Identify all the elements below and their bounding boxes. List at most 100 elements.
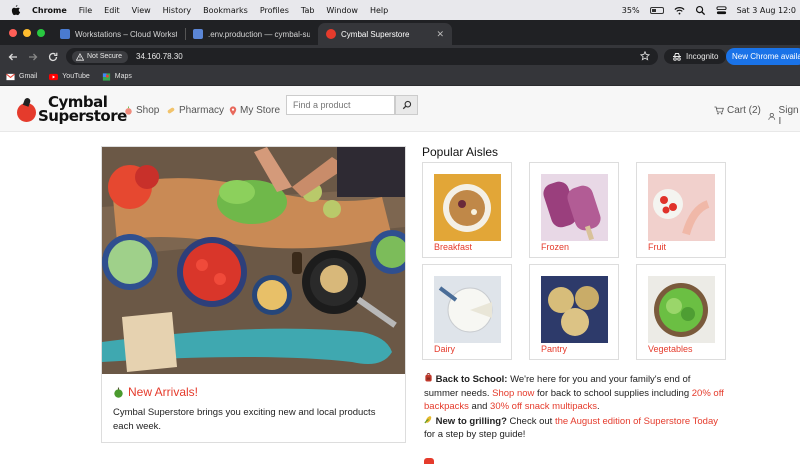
forward-button[interactable] [26,50,40,64]
product-search-input[interactable] [286,95,395,115]
aisle-card-pantry[interactable]: Pantry [529,264,619,360]
bookmark-gmail[interactable]: Gmail [6,73,37,81]
snack-multipacks-offer-link[interactable]: 30% off snack multipacks [490,401,597,412]
apple-icon[interactable] [11,4,21,16]
cart-link[interactable]: Cart (2) [714,105,761,116]
cloud-workstations-favicon-icon [60,29,70,39]
menu-history[interactable]: History [163,6,191,15]
new-arrivals-card[interactable]: New Arrivals! Cymbal Superstore brings y… [101,146,406,443]
bookmark-label: Gmail [19,73,38,80]
grilling-label: New to grilling? [435,415,507,427]
editor-favicon-icon [193,29,203,39]
grilling-text: Check out [506,415,555,427]
bookmark-star-icon[interactable] [640,51,650,61]
back-to-school-label: Back to School: [435,374,508,385]
menubar-datetime[interactable]: Sat 3 Aug 12:0 [737,6,796,15]
apple-logo-icon [17,102,36,122]
aisle-label-frozen: Frozen [541,242,570,252]
security-indicator[interactable]: Not Secure [72,50,129,63]
apple-shop-icon [125,106,132,115]
control-center-icon[interactable] [716,5,727,16]
menu-bookmarks[interactable]: Bookmarks [203,6,248,15]
gmail-icon [6,73,15,80]
user-icon [768,112,776,120]
aisle-label-breakfast: Breakfast [434,242,473,252]
back-arrow-icon [8,53,17,60]
wifi-icon[interactable] [674,5,685,16]
bookmarks-bar: Gmail YouTube Maps [0,68,800,86]
tab-cymbal-superstore[interactable]: Cymbal Superstore ✕ [318,23,452,45]
aisle-card-fruit[interactable]: Fruit [636,162,726,258]
aisle-card-breakfast[interactable]: Breakfast [422,162,512,258]
menu-file[interactable]: File [79,6,92,15]
bookmark-maps[interactable]: Maps [102,72,132,81]
browser-tabstrip: Workstations – Cloud Workst .env.product… [0,20,800,59]
menu-tab[interactable]: Tab [301,6,315,15]
apple-icon [114,387,123,398]
tab-title: Workstations – Cloud Workst [75,29,177,39]
bookmark-label: Maps [114,73,132,80]
frozen-popsicle-image [541,174,608,241]
nav-shop[interactable]: Shop [124,105,159,116]
not-secure-label: Not Secure [87,53,123,60]
url-text: 34.160.78.30 [136,52,183,61]
youtube-icon [49,73,59,80]
aisle-card-dairy[interactable]: Dairy [422,264,512,360]
signin-label: Sign I [778,105,799,127]
menu-chrome[interactable]: Chrome [32,6,67,15]
minimize-window-button[interactable] [23,29,31,37]
aisle-card-vegetables[interactable]: Vegetables [636,264,726,360]
back-to-school-text: for back to school supplies including [534,387,692,399]
cart-icon [714,106,724,115]
fruit-strawberry-image [648,174,715,241]
cart-label: Cart (2) [727,105,761,116]
new-arrivals-heading[interactable]: New Arrivals! [113,385,198,399]
tab-title: .env.production — cymbal-su [208,29,310,39]
incognito-indicator[interactable]: Incognito [664,49,727,64]
close-tab-icon[interactable]: ✕ [436,29,444,40]
back-button[interactable] [6,50,20,64]
back-to-school-text: . [597,401,600,412]
menu-edit[interactable]: Edit [104,6,120,15]
menu-view[interactable]: View [132,6,151,15]
reload-button[interactable] [46,50,60,64]
menu-window[interactable]: Window [326,6,358,15]
nav-my-store[interactable]: My Store [229,105,280,116]
aisle-label-dairy: Dairy [434,344,456,354]
forward-arrow-icon [29,53,38,60]
update-chrome-button[interactable]: New Chrome availa [726,48,800,65]
macos-menubar: Chrome File Edit View History Bookmarks … [0,0,800,20]
popular-aisles-heading: Popular Aisles [422,145,499,159]
nav-pharmacy-label: Pharmacy [179,105,225,116]
tab-env-production[interactable]: .env.production — cymbal-su [185,23,318,45]
incognito-icon [673,52,681,61]
site-header: Cymbal Superstore Shop Pharmacy My Store… [0,86,800,132]
cymbal-favicon-icon [326,29,336,39]
browser-toolbar: Not Secure 34.160.78.30 Incognito New Ch… [0,45,800,68]
superstore-today-link[interactable]: the August edition of Superstore Today [555,416,718,427]
menu-help[interactable]: Help [370,6,388,15]
close-window-button[interactable] [9,29,17,37]
shop-now-link[interactable]: Shop now [492,388,534,399]
address-bar[interactable]: Not Secure 34.160.78.30 [66,48,658,65]
new-arrivals-title: New Arrivals! [128,385,199,399]
search-icon [402,100,411,110]
battery-icon[interactable] [649,6,664,14]
cymbal-logo[interactable]: Cymbal Superstore [17,95,127,125]
aisle-label-pantry: Pantry [541,344,568,354]
spotlight-search-icon[interactable] [695,5,706,16]
bookmark-youtube[interactable]: YouTube [49,73,90,81]
nav-store-label: My Store [240,105,281,116]
reload-icon [48,52,58,61]
menu-profiles[interactable]: Profiles [260,6,289,15]
tab-workstations[interactable]: Workstations – Cloud Workst [52,23,185,45]
signin-link[interactable]: Sign I [768,105,800,127]
maximize-window-button[interactable] [37,29,45,37]
grilling-paragraph: New to grilling? Check out the August ed… [424,415,724,442]
search-button[interactable] [395,95,418,115]
aisle-card-frozen[interactable]: Frozen [529,162,619,258]
nav-pharmacy[interactable]: Pharmacy [166,105,224,116]
grilling-text: for a step by step guide! [424,429,526,440]
window-controls [9,29,45,37]
logo-line2: Superstore [38,107,127,125]
